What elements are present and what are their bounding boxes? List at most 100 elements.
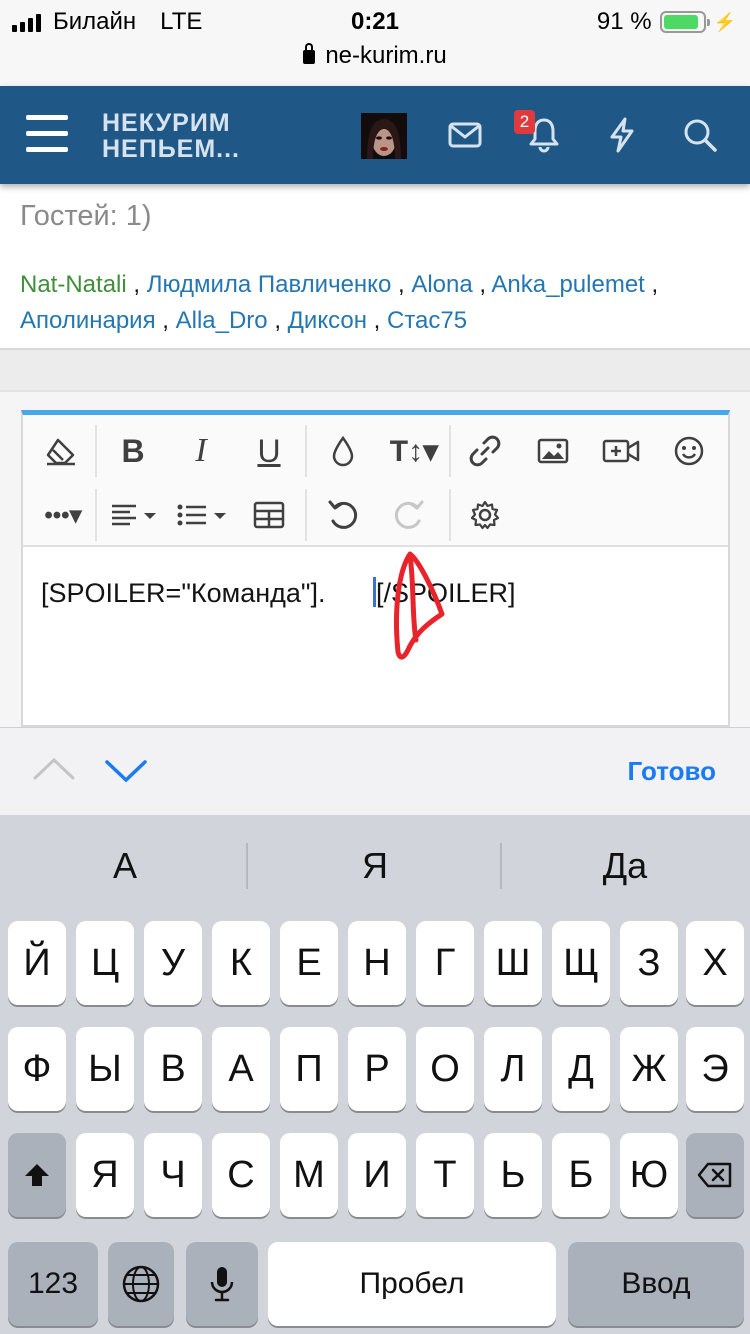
suggestion-item[interactable]: Я xyxy=(250,845,500,887)
key[interactable]: У xyxy=(144,921,202,1005)
key[interactable]: Т xyxy=(416,1133,474,1217)
key[interactable]: Щ xyxy=(552,921,610,1005)
suggestion-bar: А Я Да xyxy=(0,815,750,915)
suggestion-item[interactable]: А xyxy=(0,845,250,887)
image-icon[interactable] xyxy=(525,423,581,479)
undo-icon[interactable] xyxy=(315,487,371,543)
keyboard: А Я Да Й Ц У К Е Н Г Ш Щ З Х Ф Ы В А П Р… xyxy=(0,815,750,1334)
backspace-key[interactable] xyxy=(686,1133,744,1217)
inbox-icon[interactable] xyxy=(435,86,495,184)
toolbar-separator xyxy=(95,489,97,541)
key[interactable]: А xyxy=(212,1027,270,1111)
key[interactable]: Д xyxy=(552,1027,610,1111)
key[interactable]: С xyxy=(212,1133,270,1217)
underline-icon[interactable]: U xyxy=(241,423,297,479)
table-icon[interactable] xyxy=(241,487,297,543)
list-icon[interactable] xyxy=(173,487,235,543)
section-divider xyxy=(0,348,750,392)
previous-field-icon[interactable] xyxy=(32,756,76,787)
notification-badge: 2 xyxy=(514,110,535,134)
key[interactable]: Ф xyxy=(8,1027,66,1111)
key[interactable]: Е xyxy=(280,921,338,1005)
user-link[interactable]: Nat-Natali xyxy=(20,271,127,298)
more-options-icon[interactable]: •••▾ xyxy=(33,487,93,543)
key[interactable]: Б xyxy=(552,1133,610,1217)
battery-percent: 91 % xyxy=(596,8,652,35)
online-users-list: Nat-Natali , Людмила Павличенко , Alona … xyxy=(20,271,659,334)
user-link[interactable]: Диксон xyxy=(288,307,367,334)
message-editor: B I U T↕▾ •••▾ [SPOILER="Команда"]. [/SP… xyxy=(21,410,730,727)
key[interactable]: Г xyxy=(416,921,474,1005)
lightning-icon[interactable] xyxy=(592,86,652,184)
key[interactable]: Ц xyxy=(76,921,134,1005)
status-bar: Билайн LTE 0:21 91 % ⚡ xyxy=(0,0,750,42)
backspace-icon xyxy=(697,1162,732,1188)
next-field-icon[interactable] xyxy=(104,758,148,789)
key[interactable]: Х xyxy=(686,921,744,1005)
suggestion-separator xyxy=(246,843,248,889)
key[interactable]: Й xyxy=(8,921,66,1005)
eraser-icon[interactable] xyxy=(33,423,89,479)
shift-icon xyxy=(25,1164,49,1186)
redo-icon[interactable] xyxy=(381,487,437,543)
key[interactable]: В xyxy=(144,1027,202,1111)
key[interactable]: О xyxy=(416,1027,474,1111)
user-link[interactable]: Людмила Павличенко xyxy=(147,271,392,298)
key[interactable]: П xyxy=(280,1027,338,1111)
bell-icon[interactable] xyxy=(514,86,574,184)
space-key[interactable]: Пробел xyxy=(268,1242,556,1326)
key[interactable]: Я xyxy=(76,1133,134,1217)
dictation-key[interactable] xyxy=(186,1242,258,1326)
font-size-icon[interactable]: T↕▾ xyxy=(381,423,447,479)
key[interactable]: К xyxy=(212,921,270,1005)
user-link[interactable]: Alona xyxy=(411,271,472,298)
return-key[interactable]: Ввод xyxy=(568,1242,744,1326)
editor-toolbar: B I U T↕▾ •••▾ xyxy=(23,415,728,547)
logo-line-1: НЕКУРИМ xyxy=(102,109,231,137)
editor-text-area[interactable]: [SPOILER="Команда"]. [/SPOILER] xyxy=(23,547,728,727)
video-icon[interactable] xyxy=(593,423,649,479)
key[interactable]: Ю xyxy=(620,1133,678,1217)
suggestion-item[interactable]: Да xyxy=(500,845,750,887)
user-link[interactable]: Alla_Dro xyxy=(176,307,268,334)
gear-icon[interactable] xyxy=(457,487,513,543)
key[interactable]: Л xyxy=(484,1027,542,1111)
editor-text-before: [SPOILER="Команда"]. xyxy=(41,578,333,608)
url-text: ne-kurim.ru xyxy=(325,42,447,69)
key[interactable]: Н xyxy=(348,921,406,1005)
emoji-icon[interactable] xyxy=(661,423,717,479)
key[interactable]: Ш xyxy=(484,921,542,1005)
url-bar[interactable]: ne-kurim.ru xyxy=(0,42,750,86)
battery-icon xyxy=(659,11,710,33)
key[interactable]: Ы xyxy=(76,1027,134,1111)
toolbar-separator xyxy=(95,425,97,477)
key[interactable]: Ч xyxy=(144,1133,202,1217)
charging-icon: ⚡ xyxy=(713,11,736,32)
done-button[interactable]: Готово xyxy=(628,756,716,787)
keyboard-accessory-bar: Готово xyxy=(0,727,750,815)
search-icon[interactable] xyxy=(670,86,730,184)
user-link[interactable]: Стас75 xyxy=(387,307,467,334)
text-color-icon[interactable] xyxy=(315,423,371,479)
shift-key[interactable] xyxy=(8,1133,66,1217)
user-link[interactable]: Аполинария xyxy=(20,307,156,334)
align-icon[interactable] xyxy=(105,487,167,543)
key[interactable]: И xyxy=(348,1133,406,1217)
link-icon[interactable] xyxy=(457,423,513,479)
key[interactable]: Ж xyxy=(620,1027,678,1111)
key[interactable]: З xyxy=(620,921,678,1005)
key[interactable]: Ь xyxy=(484,1133,542,1217)
user-link[interactable]: Anka_pulemet xyxy=(491,271,644,298)
globe-key[interactable] xyxy=(108,1242,174,1326)
key[interactable]: Э xyxy=(686,1027,744,1111)
user-avatar[interactable] xyxy=(361,113,407,159)
toolbar-separator xyxy=(305,425,307,477)
site-logo[interactable]: НЕКУРИМ НЕПЬЕМ... xyxy=(102,110,240,162)
key[interactable]: М xyxy=(280,1133,338,1217)
guests-count: Гостей: 1) xyxy=(20,200,152,232)
numbers-key[interactable]: 123 xyxy=(8,1242,98,1326)
key[interactable]: Р xyxy=(348,1027,406,1111)
menu-icon[interactable] xyxy=(26,115,68,153)
bold-icon[interactable]: B xyxy=(105,423,161,479)
italic-icon[interactable]: I xyxy=(173,423,229,479)
